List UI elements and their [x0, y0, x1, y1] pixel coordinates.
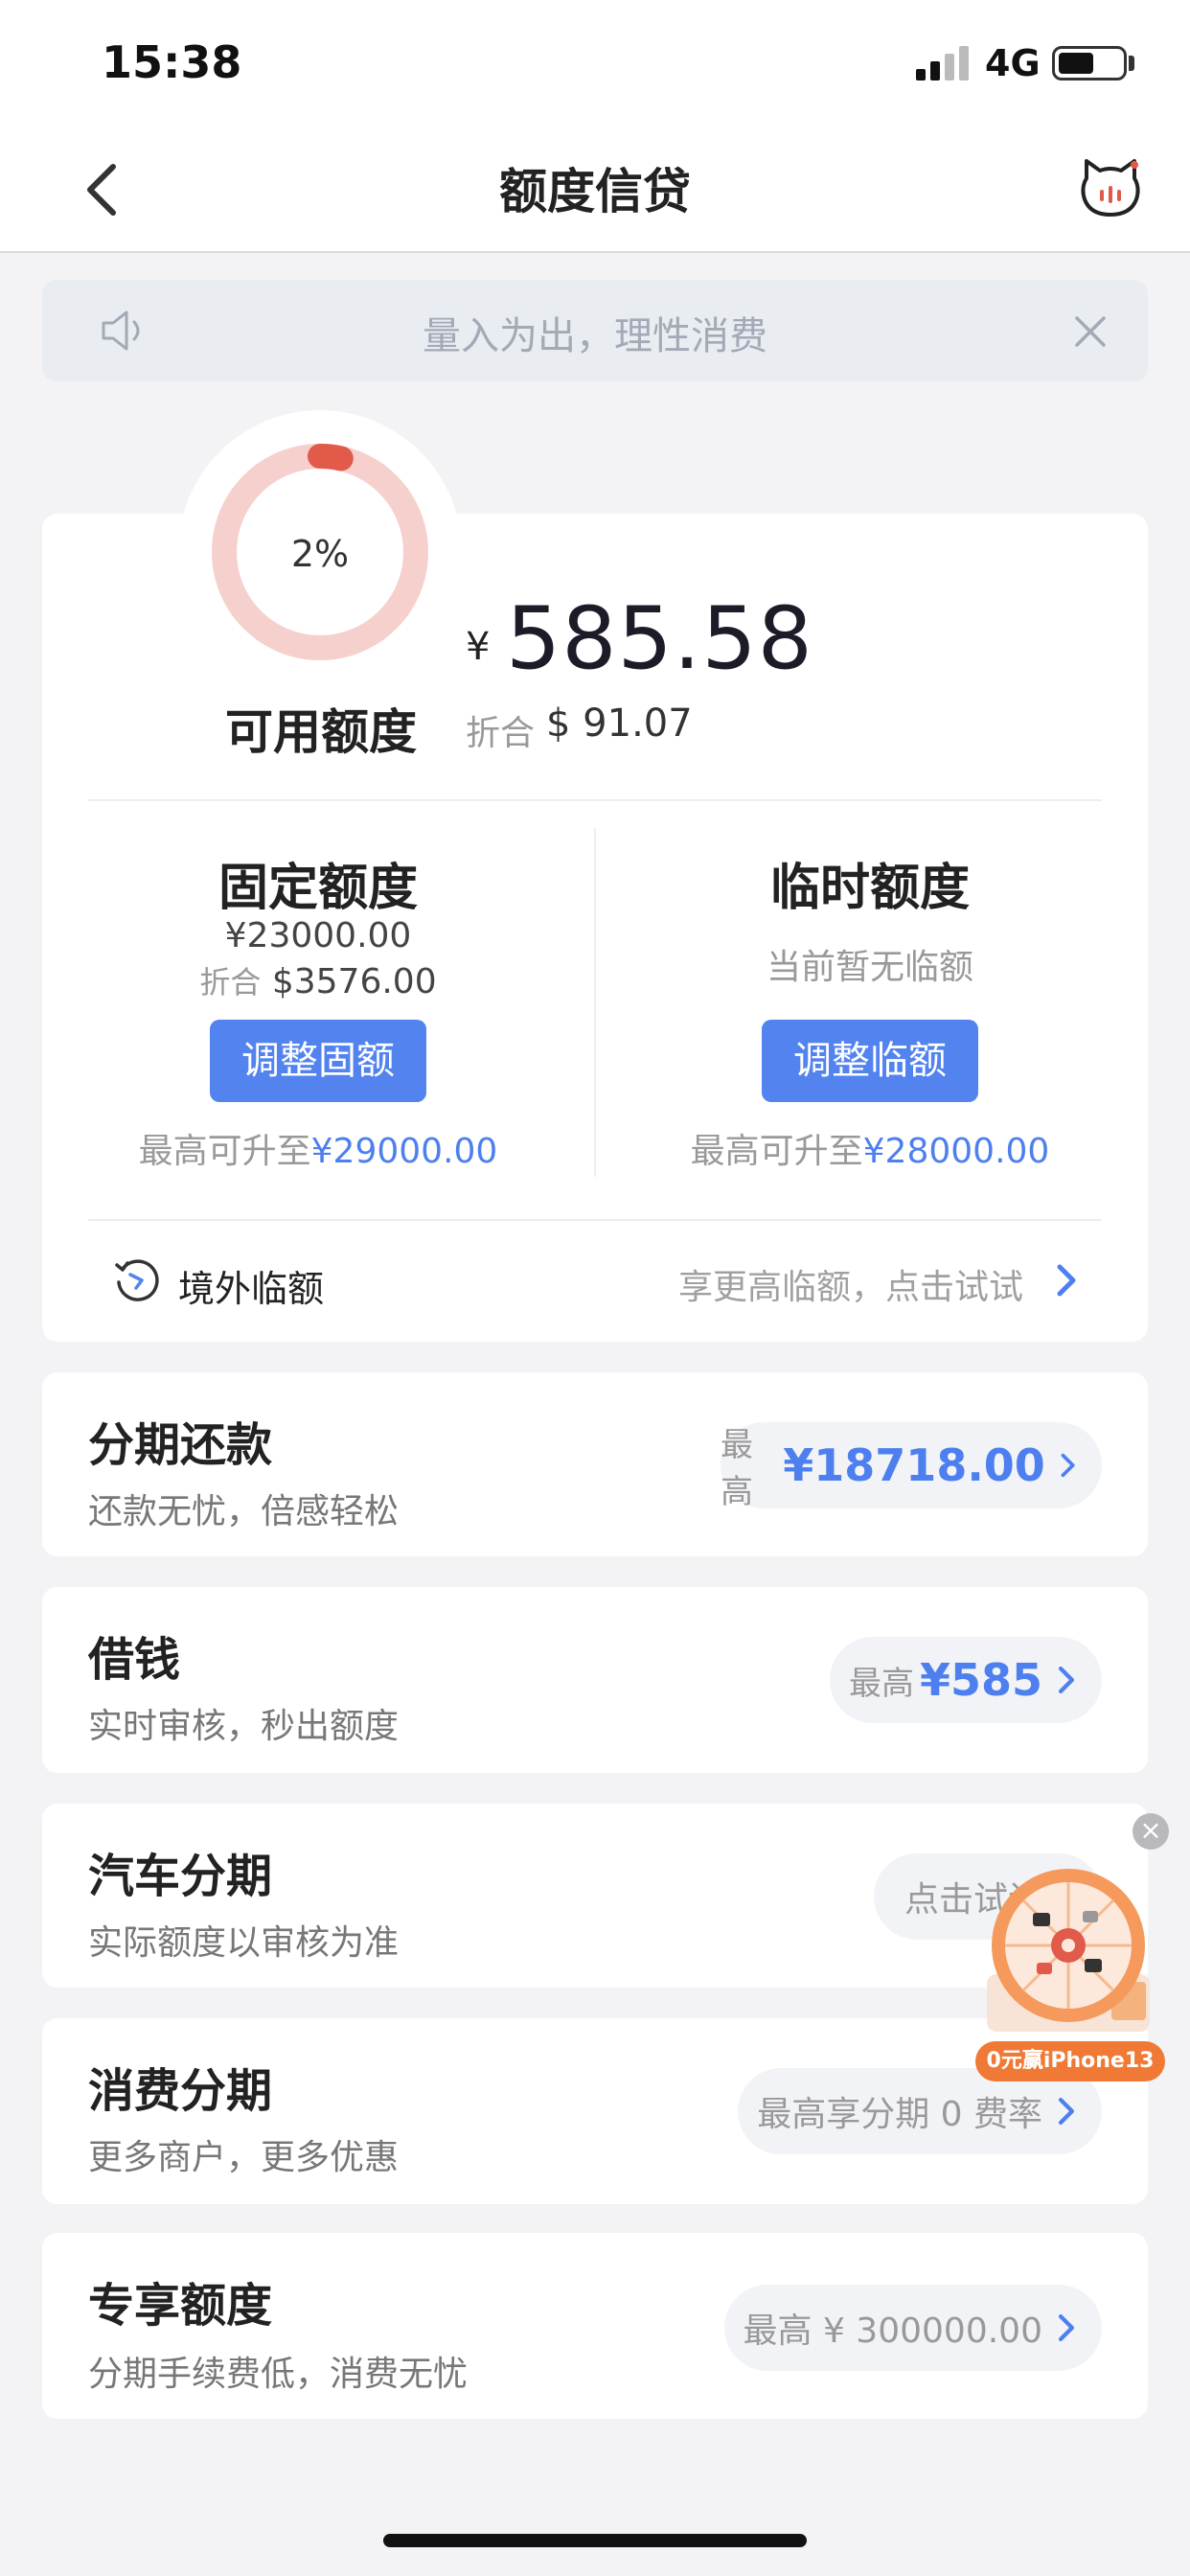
notice-text: 量入为出，理性消费	[423, 314, 767, 358]
product-title: 借钱	[88, 1633, 181, 1687]
chevron-right-icon	[1058, 2314, 1075, 2341]
promo-close-icon[interactable]: ×	[1133, 1813, 1169, 1850]
product-subtitle: 实际额度以审核为准	[88, 1923, 400, 1963]
pill-prefix: 最高	[721, 1426, 753, 1511]
divider	[88, 799, 1102, 801]
currency-symbol: ¥	[466, 625, 491, 669]
product-title: 分期还款	[88, 1418, 273, 1472]
fixed-max-upgrade: 最高可升至¥29000.00	[40, 1123, 596, 1173]
pill-value: ¥585	[919, 1654, 1042, 1706]
fixed-max-prefix: 最高可升至	[138, 1132, 311, 1171]
fixed-quota-amount: ¥23000.00	[224, 916, 412, 955]
exclusive-max-pill[interactable]: 最高 ¥ 300000.00	[724, 2285, 1102, 2371]
chevron-right-icon	[1058, 1667, 1075, 1693]
product-subtitle: 实时审核，秒出额度	[88, 1707, 400, 1746]
pill-prefix: 最高	[848, 1664, 914, 1703]
chevron-right-icon	[1058, 2098, 1075, 2125]
product-subtitle: 更多商户，更多优惠	[88, 2138, 400, 2177]
product-title: 消费分期	[88, 2064, 273, 2118]
customer-service-cat-icon[interactable]	[1079, 157, 1142, 218]
product-title: 专享额度	[88, 2279, 273, 2333]
fixed-quota-title: 固定额度	[217, 860, 418, 917]
pill-text: 最高享分期 0 费率	[757, 2095, 1042, 2134]
fixed-converted-value: $3576.00	[271, 962, 437, 1001]
chevron-right-icon	[1061, 1453, 1075, 1478]
status-time: 15:38	[102, 36, 242, 88]
promo-banner-label[interactable]: 0元赢iPhone13	[975, 2041, 1165, 2082]
battery-icon	[1052, 46, 1127, 80]
close-icon[interactable]	[1071, 312, 1110, 351]
page-title: 额度信贷	[499, 164, 691, 219]
product-subtitle: 还款无忧，倍感轻松	[88, 1492, 400, 1531]
overseas-quota-hint[interactable]: 享更高临额，点击试试	[678, 1259, 1023, 1309]
available-credit-label: 可用额度	[225, 704, 417, 760]
usage-percent: 2%	[290, 533, 350, 575]
borrow-max-pill[interactable]: 最高 ¥585	[830, 1637, 1102, 1723]
pill-text: 最高 ¥ 300000.00	[743, 2312, 1042, 2351]
temporary-max-upgrade: 最高可升至¥28000.00	[592, 1123, 1148, 1173]
fixed-quota-converted: 折合 $3576.00	[40, 958, 596, 1002]
prize-wheel-icon[interactable]	[977, 1859, 1159, 2041]
adjust-temporary-quota-button[interactable]: 调整临额	[762, 1020, 978, 1102]
available-amount: 585.58	[506, 588, 813, 689]
network-type: 4G	[985, 42, 1041, 84]
temporary-quota-title: 临时额度	[769, 860, 970, 917]
temporary-quota-status: 当前暂无临额	[766, 948, 973, 987]
signal-icon	[916, 46, 970, 80]
overseas-quota-label[interactable]: 境外临额	[178, 1259, 324, 1312]
product-subtitle: 分期手续费低，消费无忧	[88, 2355, 469, 2394]
temporary-max-prefix: 最高可升至	[690, 1132, 863, 1171]
converted-label: 折合	[466, 714, 536, 753]
product-title: 汽车分期	[88, 1850, 273, 1903]
pill-value: ¥18718.00	[783, 1439, 1045, 1491]
installment-max-pill[interactable]: 最高 ¥18718.00	[721, 1422, 1102, 1511]
fixed-converted-label: 折合	[199, 964, 262, 1000]
overseas-plane-clock-icon[interactable]	[113, 1255, 161, 1303]
divider	[88, 1219, 1102, 1221]
chevron-right-icon[interactable]	[1054, 1263, 1079, 1298]
battery-cap	[1129, 56, 1134, 71]
temporary-max-value: ¥28000.00	[862, 1132, 1050, 1171]
converted-value: $ 91.07	[546, 702, 693, 746]
fixed-max-value: ¥29000.00	[310, 1132, 498, 1171]
home-indicator	[383, 2534, 807, 2547]
adjust-fixed-quota-button[interactable]: 调整固额	[210, 1020, 426, 1102]
